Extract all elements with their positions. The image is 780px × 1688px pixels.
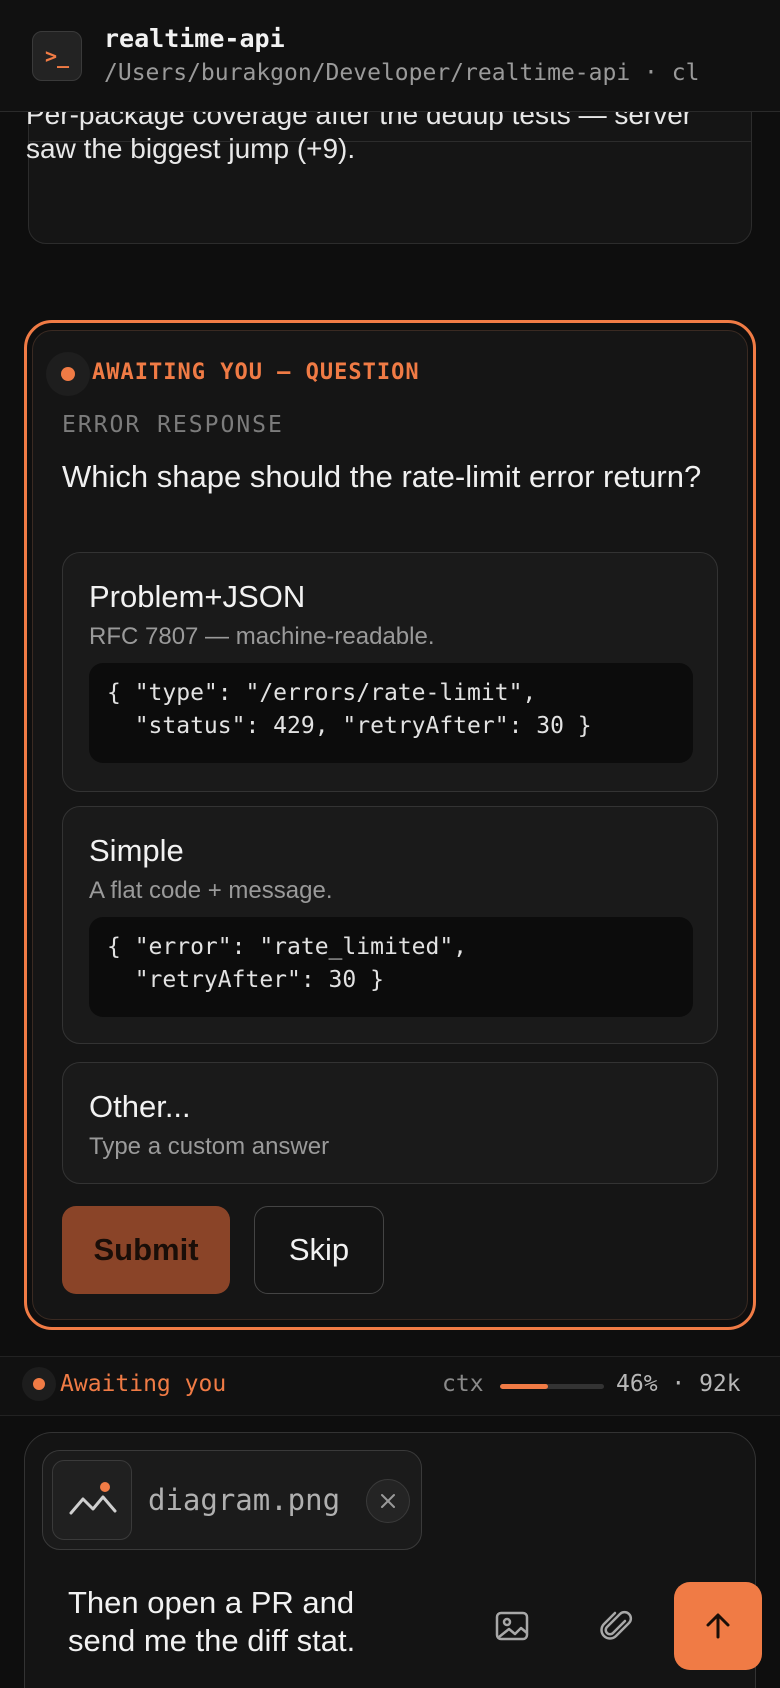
arrow-up-icon (706, 1613, 730, 1639)
option-description: A flat code + message. (89, 877, 333, 904)
option-code-sample: { "type": "/errors/rate-limit", "status"… (89, 663, 693, 763)
option-title: Other... (89, 1089, 191, 1124)
context-usage-fill (500, 1384, 548, 1389)
option-simple[interactable]: Simple A flat code + message. { "error":… (62, 806, 718, 1044)
terminal-icon: >_ (32, 31, 82, 81)
context-usage-bar (500, 1384, 604, 1389)
awaiting-indicator (22, 1367, 56, 1401)
option-description: RFC 7807 — machine-readable. (89, 623, 435, 650)
status-dot-icon (33, 1378, 45, 1390)
question-text: Which shape should the rate-limit error … (62, 459, 702, 494)
close-icon (381, 1494, 395, 1508)
attachment-filename: diagram.png (148, 1483, 341, 1517)
add-image-button[interactable] (486, 1600, 538, 1652)
composer-input[interactable]: Then open a PR and send me the diff stat… (68, 1584, 408, 1660)
option-description: Type a custom answer (89, 1133, 330, 1160)
option-title: Problem+JSON (89, 579, 306, 614)
option-code-sample: { "error": "rate_limited", "retryAfter":… (89, 917, 693, 1017)
image-icon (52, 1460, 132, 1540)
submit-button[interactable]: Submit (62, 1206, 230, 1294)
image-icon (495, 1611, 529, 1641)
app-header: >_ realtime-api /Users/burakgon/Develope… (0, 0, 780, 112)
status-bar: Awaiting you ctx 46% · 92k (0, 1356, 780, 1416)
skip-button[interactable]: Skip (254, 1206, 384, 1294)
context-usage-value: 46% · 92k (616, 1371, 741, 1397)
context-label: ctx (442, 1371, 484, 1397)
project-title: realtime-api (104, 24, 285, 53)
status-dot-icon (61, 367, 75, 381)
status-label: Awaiting you (60, 1371, 227, 1397)
send-button[interactable] (674, 1582, 762, 1670)
attach-file-button[interactable] (591, 1600, 643, 1652)
project-path: /Users/burakgon/Developer/realtime-api ·… (104, 60, 700, 86)
option-problem-json[interactable]: Problem+JSON RFC 7807 — machine-readable… (62, 552, 718, 792)
remove-attachment-button[interactable] (366, 1479, 410, 1523)
awaiting-status-indicator (46, 352, 90, 396)
paperclip-icon (600, 1610, 633, 1640)
option-other[interactable]: Other... Type a custom answer (62, 1062, 718, 1184)
question-section-label: ERROR RESPONSE (62, 412, 284, 438)
question-status: AWAITING YOU — QUESTION (92, 360, 420, 385)
option-title: Simple (89, 833, 184, 868)
